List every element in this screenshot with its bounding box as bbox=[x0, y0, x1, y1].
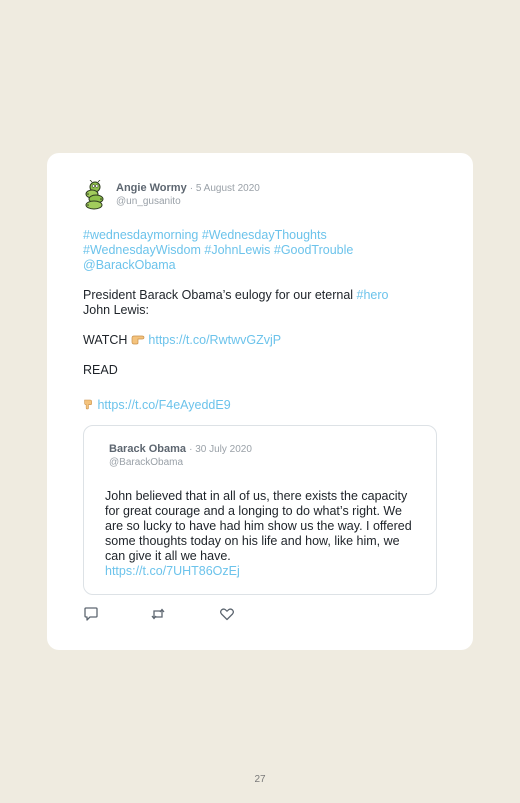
author-name-text[interactable]: Angie Wormy bbox=[116, 182, 187, 194]
quoted-tweet-body: John believed that in all of us, there e… bbox=[105, 489, 412, 563]
read-label: READ bbox=[83, 363, 118, 377]
quoted-tweet[interactable]: Barack Obama · 30 July 2020 @BarackObama… bbox=[83, 425, 437, 595]
pointing-down-hand-icon bbox=[84, 399, 92, 410]
hashtag-link[interactable]: #GoodTrouble bbox=[274, 243, 353, 257]
quoted-tweet-link[interactable]: https://t.co/7UHT86OzEj bbox=[105, 564, 240, 578]
read-link[interactable]: https://t.co/F4eAyeddE9 bbox=[97, 398, 230, 412]
watch-label: WATCH bbox=[83, 333, 128, 347]
hashtag-link[interactable]: #hero bbox=[357, 288, 389, 302]
quoted-tweet-text: John believed that in all of us, there e… bbox=[105, 489, 423, 579]
hashtags-paragraph: #wednesdaymorning #WednesdayThoughts #We… bbox=[83, 228, 443, 273]
eulogy-text-continued: John Lewis: bbox=[83, 303, 150, 317]
quoted-author-handle[interactable]: @BarackObama bbox=[109, 457, 183, 468]
tweet-actions bbox=[83, 606, 283, 622]
like-icon[interactable] bbox=[219, 606, 235, 622]
quoted-author-name-text[interactable]: Barack Obama bbox=[109, 443, 186, 455]
quoted-tweet-date: · 30 July 2020 bbox=[189, 444, 252, 455]
worm-avatar-icon[interactable] bbox=[82, 180, 108, 210]
hashtag-link[interactable]: #JohnLewis bbox=[204, 243, 270, 257]
retweet-icon[interactable] bbox=[150, 606, 166, 622]
mention-link[interactable]: @BarackObama bbox=[83, 258, 176, 272]
quoted-author-name[interactable]: Barack Obama · 30 July 2020 bbox=[109, 443, 252, 455]
tweet-body: #wednesdaymorning #WednesdayThoughts #We… bbox=[83, 228, 443, 413]
read-paragraph: READ https://t.co/F4eAyeddE9 bbox=[83, 363, 443, 413]
watch-link[interactable]: https://t.co/RwtwvGZvjP bbox=[148, 333, 281, 347]
hashtag-link[interactable]: #WednesdayWisdom bbox=[83, 243, 201, 257]
pointing-right-hand-icon bbox=[131, 335, 145, 345]
hashtag-link[interactable]: #WednesdayThoughts bbox=[202, 228, 327, 242]
watch-paragraph: WATCH https://t.co/RwtwvGZvjP bbox=[83, 333, 443, 348]
eulogy-paragraph: President Barack Obama’s eulogy for our … bbox=[83, 288, 443, 318]
tweet-card: Angie Wormy · 5 August 2020 @un_gusanito… bbox=[47, 153, 473, 650]
hashtag-link[interactable]: #wednesdaymorning bbox=[83, 228, 198, 242]
eulogy-text: President Barack Obama’s eulogy for our … bbox=[83, 288, 357, 302]
author-handle[interactable]: @un_gusanito bbox=[116, 196, 181, 207]
author-name[interactable]: Angie Wormy · 5 August 2020 bbox=[116, 182, 260, 194]
reply-icon[interactable] bbox=[83, 606, 99, 622]
tweet-date: · 5 August 2020 bbox=[189, 183, 260, 194]
page-number: 27 bbox=[254, 774, 266, 785]
